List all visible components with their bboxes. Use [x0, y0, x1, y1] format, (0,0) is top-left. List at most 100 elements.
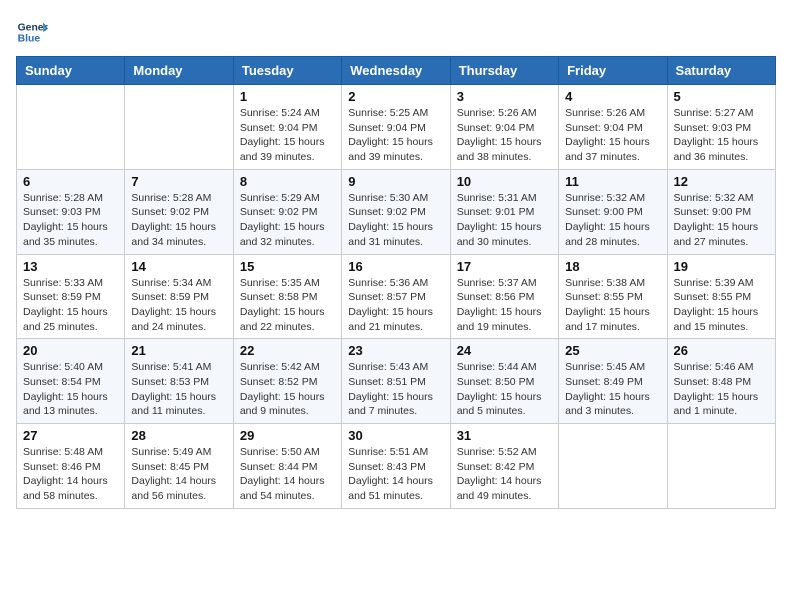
day-header-thursday: Thursday	[450, 57, 558, 85]
day-header-saturday: Saturday	[667, 57, 775, 85]
day-info: Sunrise: 5:43 AM Sunset: 8:51 PM Dayligh…	[348, 360, 443, 419]
calendar-week-row: 1Sunrise: 5:24 AM Sunset: 9:04 PM Daylig…	[17, 85, 776, 170]
calendar-cell: 21Sunrise: 5:41 AM Sunset: 8:53 PM Dayli…	[125, 339, 233, 424]
day-number: 13	[23, 259, 118, 274]
calendar-cell: 12 Sunrise: 5:32 AM Sunset: 9:00 PM Dayli…	[667, 169, 775, 254]
calendar-cell: 22Sunrise: 5:42 AM Sunset: 8:52 PM Dayli…	[233, 339, 341, 424]
day-info: Sunrise: 5:28 AM Sunset: 9:02 PM Dayligh…	[131, 191, 226, 250]
calendar-cell: 23 Sunrise: 5:43 AM Sunset: 8:51 PM Dayli…	[342, 339, 450, 424]
day-info: Sunrise: 5:52 AM Sunset: 8:42 PM Dayligh…	[457, 445, 552, 504]
day-number: 2	[348, 89, 443, 104]
day-number: 29	[240, 428, 335, 443]
day-number: 7	[131, 174, 226, 189]
calendar-cell: 18 Sunrise: 5:38 AM Sunset: 8:55 PM Dayli…	[559, 254, 667, 339]
day-info: Sunrise: 5:26 AM Sunset: 9:04 PM Dayligh…	[565, 106, 660, 165]
day-info: Sunrise: 5:48 AM Sunset: 8:46 PM Dayligh…	[23, 445, 118, 504]
calendar-week-row: 20Sunrise: 5:40 AM Sunset: 8:54 PM Dayli…	[17, 339, 776, 424]
calendar-cell: 16 Sunrise: 5:36 AM Sunset: 8:57 PM Dayli…	[342, 254, 450, 339]
day-header-wednesday: Wednesday	[342, 57, 450, 85]
svg-text:Blue: Blue	[18, 34, 41, 45]
calendar-cell	[17, 85, 125, 170]
day-info: Sunrise: 5:38 AM Sunset: 8:55 PM Dayligh…	[565, 276, 660, 335]
day-number: 14	[131, 259, 226, 274]
day-number: 19	[674, 259, 769, 274]
calendar-cell: 14 Sunrise: 5:34 AM Sunset: 8:59 PM Dayli…	[125, 254, 233, 339]
day-info: Sunrise: 5:36 AM Sunset: 8:57 PM Dayligh…	[348, 276, 443, 335]
calendar-cell: 17 Sunrise: 5:37 AM Sunset: 8:56 PM Dayli…	[450, 254, 558, 339]
day-number: 1	[240, 89, 335, 104]
day-number: 28	[131, 428, 226, 443]
calendar-cell: 8 Sunrise: 5:29 AM Sunset: 9:02 PM Daylig…	[233, 169, 341, 254]
calendar-header-row: SundayMondayTuesdayWednesdayThursdayFrid…	[17, 57, 776, 85]
page-header: General Blue	[16, 16, 776, 48]
calendar-cell: 5 Sunrise: 5:27 AM Sunset: 9:03 PM Daylig…	[667, 85, 775, 170]
calendar-cell: 6 Sunrise: 5:28 AM Sunset: 9:03 PM Daylig…	[17, 169, 125, 254]
day-info: Sunrise: 5:45 AM Sunset: 8:49 PM Dayligh…	[565, 360, 660, 419]
day-header-sunday: Sunday	[17, 57, 125, 85]
day-number: 20	[23, 343, 118, 358]
day-info: Sunrise: 5:49 AM Sunset: 8:45 PM Dayligh…	[131, 445, 226, 504]
day-number: 5	[674, 89, 769, 104]
day-header-tuesday: Tuesday	[233, 57, 341, 85]
day-info: Sunrise: 5:29 AM Sunset: 9:02 PM Dayligh…	[240, 191, 335, 250]
calendar-cell: 29 Sunrise: 5:50 AM Sunset: 8:44 PM Dayli…	[233, 424, 341, 509]
day-number: 18	[565, 259, 660, 274]
day-number: 8	[240, 174, 335, 189]
day-info: Sunrise: 5:31 AM Sunset: 9:01 PM Dayligh…	[457, 191, 552, 250]
day-number: 4	[565, 89, 660, 104]
day-info: Sunrise: 5:27 AM Sunset: 9:03 PM Dayligh…	[674, 106, 769, 165]
day-header-monday: Monday	[125, 57, 233, 85]
logo-icon: General Blue	[16, 16, 48, 48]
calendar-cell	[667, 424, 775, 509]
day-info: Sunrise: 5:42 AM Sunset: 8:52 PM Dayligh…	[240, 360, 335, 419]
calendar-cell: 2 Sunrise: 5:25 AM Sunset: 9:04 PM Daylig…	[342, 85, 450, 170]
logo: General Blue	[16, 16, 52, 48]
day-info: Sunrise: 5:50 AM Sunset: 8:44 PM Dayligh…	[240, 445, 335, 504]
day-number: 11	[565, 174, 660, 189]
day-info: Sunrise: 5:26 AM Sunset: 9:04 PM Dayligh…	[457, 106, 552, 165]
day-number: 10	[457, 174, 552, 189]
calendar-cell: 27 Sunrise: 5:48 AM Sunset: 8:46 PM Dayli…	[17, 424, 125, 509]
calendar-cell: 1Sunrise: 5:24 AM Sunset: 9:04 PM Daylig…	[233, 85, 341, 170]
day-info: Sunrise: 5:37 AM Sunset: 8:56 PM Dayligh…	[457, 276, 552, 335]
day-number: 16	[348, 259, 443, 274]
day-number: 3	[457, 89, 552, 104]
calendar-cell: 31 Sunrise: 5:52 AM Sunset: 8:42 PM Dayli…	[450, 424, 558, 509]
calendar-week-row: 27 Sunrise: 5:48 AM Sunset: 8:46 PM Dayli…	[17, 424, 776, 509]
day-info: Sunrise: 5:32 AM Sunset: 9:00 PM Dayligh…	[674, 191, 769, 250]
day-number: 27	[23, 428, 118, 443]
day-number: 17	[457, 259, 552, 274]
calendar-cell	[125, 85, 233, 170]
calendar-cell: 30Sunrise: 5:51 AM Sunset: 8:43 PM Dayli…	[342, 424, 450, 509]
day-info: Sunrise: 5:25 AM Sunset: 9:04 PM Dayligh…	[348, 106, 443, 165]
day-info: Sunrise: 5:34 AM Sunset: 8:59 PM Dayligh…	[131, 276, 226, 335]
day-number: 23	[348, 343, 443, 358]
day-number: 30	[348, 428, 443, 443]
calendar-week-row: 6 Sunrise: 5:28 AM Sunset: 9:03 PM Daylig…	[17, 169, 776, 254]
calendar-cell: 25 Sunrise: 5:45 AM Sunset: 8:49 PM Dayli…	[559, 339, 667, 424]
calendar-cell: 26Sunrise: 5:46 AM Sunset: 8:48 PM Dayli…	[667, 339, 775, 424]
calendar-cell: 11Sunrise: 5:32 AM Sunset: 9:00 PM Dayli…	[559, 169, 667, 254]
day-number: 9	[348, 174, 443, 189]
day-number: 15	[240, 259, 335, 274]
calendar-cell: 24Sunrise: 5:44 AM Sunset: 8:50 PM Dayli…	[450, 339, 558, 424]
day-info: Sunrise: 5:33 AM Sunset: 8:59 PM Dayligh…	[23, 276, 118, 335]
day-number: 26	[674, 343, 769, 358]
day-number: 12	[674, 174, 769, 189]
calendar-cell: 9 Sunrise: 5:30 AM Sunset: 9:02 PM Daylig…	[342, 169, 450, 254]
day-number: 25	[565, 343, 660, 358]
day-header-friday: Friday	[559, 57, 667, 85]
day-info: Sunrise: 5:30 AM Sunset: 9:02 PM Dayligh…	[348, 191, 443, 250]
day-info: Sunrise: 5:44 AM Sunset: 8:50 PM Dayligh…	[457, 360, 552, 419]
day-info: Sunrise: 5:35 AM Sunset: 8:58 PM Dayligh…	[240, 276, 335, 335]
calendar-table: SundayMondayTuesdayWednesdayThursdayFrid…	[16, 56, 776, 509]
day-info: Sunrise: 5:39 AM Sunset: 8:55 PM Dayligh…	[674, 276, 769, 335]
calendar-week-row: 13 Sunrise: 5:33 AM Sunset: 8:59 PM Dayli…	[17, 254, 776, 339]
day-number: 21	[131, 343, 226, 358]
calendar-cell: 4 Sunrise: 5:26 AM Sunset: 9:04 PM Daylig…	[559, 85, 667, 170]
day-number: 6	[23, 174, 118, 189]
calendar-cell: 7 Sunrise: 5:28 AM Sunset: 9:02 PM Daylig…	[125, 169, 233, 254]
calendar-cell	[559, 424, 667, 509]
day-info: Sunrise: 5:28 AM Sunset: 9:03 PM Dayligh…	[23, 191, 118, 250]
day-number: 31	[457, 428, 552, 443]
